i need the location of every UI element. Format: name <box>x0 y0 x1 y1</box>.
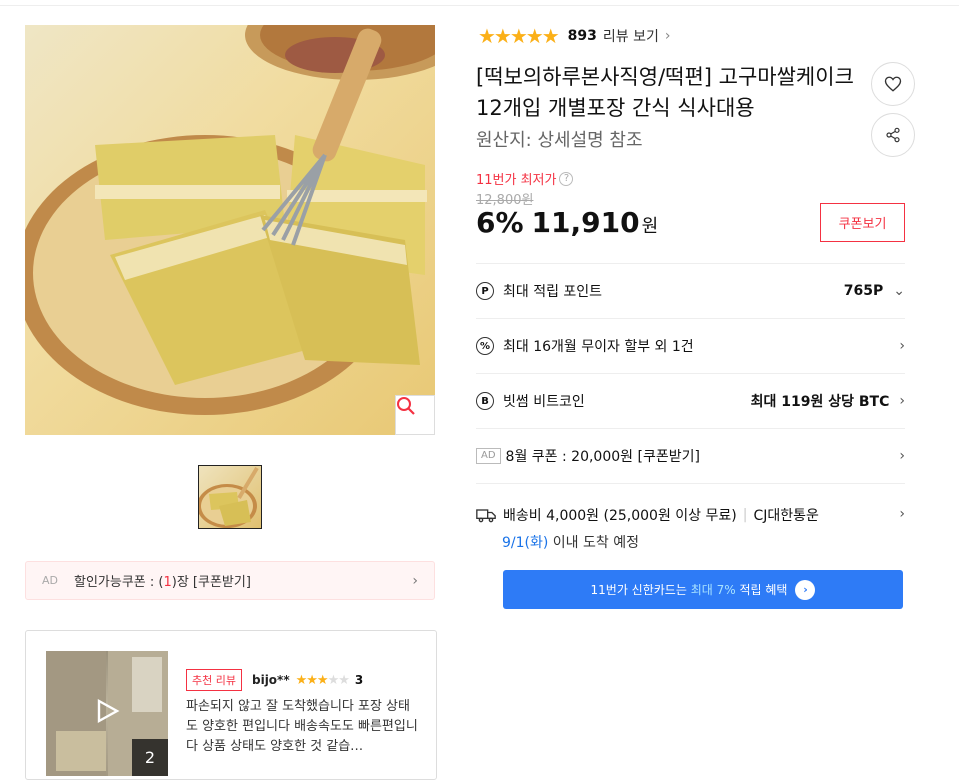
ad-label: AD <box>476 448 501 464</box>
card-benefit-banner[interactable]: 11번가 신한카드는 최대 7% 적립 혜택 › <box>503 570 903 609</box>
review-stars: ★★★★★ <box>295 672 350 688</box>
recommended-review-badge: 추천 리뷰 <box>186 669 242 691</box>
product-main-image[interactable] <box>25 25 435 435</box>
coupon-bar[interactable]: AD 할인가능쿠폰 : (1)장 [쿠폰받기] › <box>25 561 435 600</box>
product-thumbnail[interactable] <box>198 465 262 529</box>
review-text: 파손되지 않고 잘 도착했습니다 포장 상태도 양호한 편입니다 배송속도도 빠… <box>186 699 418 754</box>
chevron-right-icon: › <box>795 579 816 600</box>
benefit-points[interactable]: P 최대 적립 포인트 765P ⌄ <box>476 263 905 318</box>
lowest-price-label: 11번가 최저가 ? <box>476 169 574 188</box>
review-score: 3 <box>354 673 364 687</box>
percent-icon: % <box>476 337 494 355</box>
zoom-button[interactable] <box>395 395 435 435</box>
rating-stars: ★★★★★ <box>478 24 560 48</box>
benefit-bitcoin[interactable]: B 빗썸 비트코인 최대 119원 상당 BTC › <box>476 373 905 428</box>
benefit-coupon[interactable]: AD 8월 쿠폰 : 20,000원 [쿠폰받기] › <box>476 428 905 483</box>
search-icon <box>397 397 415 415</box>
coupon-view-button[interactable]: 쿠폰보기 <box>820 203 905 242</box>
benefit-label: 8월 쿠폰 : 20,000원 [쿠폰받기] <box>505 449 700 465</box>
bitcoin-icon: B <box>476 392 494 410</box>
benefit-label: 최대 16개월 무이자 할부 외 1건 <box>503 339 694 355</box>
product-title: [떡보의하루본사직영/떡편] 고구마쌀케이크 12개입 개별포장 간식 식사대용 <box>476 65 854 120</box>
benefit-value: 765P <box>843 283 884 299</box>
separator: | <box>742 507 748 523</box>
coupon-count: 1 <box>163 575 172 590</box>
chevron-right-icon: › <box>899 393 905 409</box>
review-link[interactable]: 리뷰 보기 <box>603 26 659 46</box>
wishlist-button[interactable] <box>871 62 915 106</box>
rating-row[interactable]: ★★★★★ 893 리뷰 보기 › <box>478 24 670 48</box>
shipping-info[interactable]: 배송비 4,000원 (25,000원 이상 무료) | CJ대한통운 9/1(… <box>476 483 905 552</box>
truck-icon <box>476 509 496 523</box>
sale-price: 11,910 <box>531 206 640 239</box>
chevron-right-icon: › <box>899 448 905 464</box>
play-icon <box>97 698 120 724</box>
ad-label: AD <box>42 574 58 587</box>
chevron-right-icon: › <box>899 338 905 354</box>
benefit-installment[interactable]: % 최대 16개월 무이자 할부 외 1건 › <box>476 318 905 373</box>
help-icon[interactable]: ? <box>559 171 574 186</box>
price-row: 6% 11,910 원 <box>476 206 658 239</box>
shipping-carrier: CJ대한통운 <box>753 508 819 524</box>
review-header: 추천 리뷰 bijo** ★★★★★ 3 <box>186 669 363 691</box>
chevron-right-icon: › <box>899 506 905 522</box>
rating-count: 893 <box>567 28 597 44</box>
share-icon <box>886 127 900 143</box>
review-media[interactable]: 2 <box>46 651 168 776</box>
review-card[interactable]: 2 추천 리뷰 bijo** ★★★★★ 3 파손되지 않고 잘 도착했습니다 … <box>25 630 437 780</box>
benefit-value: 최대 119원 상당 BTC <box>750 394 890 410</box>
chevron-down-icon: ⌄ <box>893 283 905 299</box>
chevron-right-icon: › <box>412 572 418 589</box>
review-user: bijo** <box>251 673 290 687</box>
coupon-bar-text: 할인가능쿠폰 : (1)장 [쿠폰받기] <box>74 575 251 590</box>
benefit-label: 최대 적립 포인트 <box>503 284 603 300</box>
top-divider <box>0 0 959 6</box>
delivery-date: 9/1(화) <box>502 535 549 551</box>
delivery-estimate: 9/1(화) 이내 도착 예정 <box>502 535 639 551</box>
benefit-label: 빗썸 비트코인 <box>503 394 585 410</box>
price-unit: 원 <box>641 216 659 237</box>
chevron-right-icon: › <box>664 28 671 44</box>
point-icon: P <box>476 282 494 300</box>
share-button[interactable] <box>871 113 915 157</box>
media-count: 2 <box>132 739 168 776</box>
shipping-fee: 배송비 4,000원 (25,000원 이상 무료) <box>503 508 737 524</box>
banner-highlight: 최대 7% <box>690 583 736 597</box>
discount-rate: 6% <box>476 206 524 239</box>
heart-icon <box>884 76 902 92</box>
product-origin: 원산지: 상세설명 참조 <box>476 130 643 151</box>
